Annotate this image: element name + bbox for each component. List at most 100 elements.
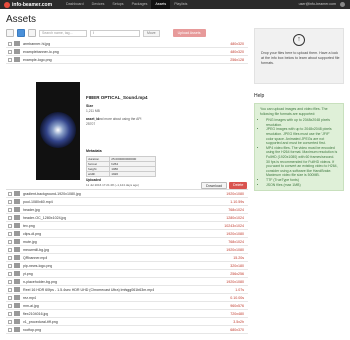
row-checkbox[interactable] [8,319,12,324]
asset-row[interactable]: yt.png 256x256 [6,270,248,278]
select-all-checkbox[interactable] [6,29,14,37]
asset-row[interactable]: header.jpg 768x1024 [6,206,248,214]
asset-row[interactable]: mm-ai.jpg 960x576 [6,302,248,310]
asset-size: 768x1024 [228,207,244,212]
view-grid-button[interactable] [28,29,36,37]
asset-row[interactable]: n-placeholder-bg.png 1920x1080 [6,278,248,286]
asset-row[interactable]: armbanner-hi.jpg 480x320 [6,40,248,48]
download-button[interactable]: Download [201,182,227,189]
asset-name[interactable]: v1_procedural-tiff.png [23,320,58,324]
asset-name[interactable]: header-OC_1280x1024.jpg [23,216,66,220]
asset-name[interactable]: rooftop.png [23,328,41,332]
asset-thumbnail [14,231,20,236]
asset-row[interactable]: QRbanner.mp4 15.20s [6,254,248,262]
asset-size: 3.5x2h [233,319,244,324]
row-checkbox[interactable] [8,191,12,196]
row-checkbox[interactable] [8,223,12,228]
move-button[interactable]: Move [143,29,160,37]
asset-name[interactable]: pip-news-logo.png [23,264,52,268]
delete-button[interactable]: Delete [229,182,248,189]
row-checkbox[interactable] [8,239,12,244]
format-item: JSON files (max 1MB) [266,183,338,188]
asset-name[interactable]: gradient-background-1920x1080.jpg [23,192,81,196]
nav-item-packages[interactable]: Packages [128,0,152,9]
nav-item-playlists[interactable]: Playlists [170,0,191,9]
asset-row[interactable]: tex.png 10243x1024 [6,222,248,230]
asset-row[interactable]: mute.jpg 768x1024 [6,238,248,246]
row-checkbox[interactable] [8,57,12,62]
nav-item-setups[interactable]: Setups [108,0,127,9]
row-checkbox[interactable] [8,279,12,284]
user-avatar-icon[interactable] [340,2,345,7]
row-checkbox[interactable] [8,49,12,54]
search-input[interactable]: Search name, tag... [39,29,87,37]
asset-thumbnail [14,57,20,62]
asset-name[interactable]: mute.jpg [23,240,37,244]
asset-name[interactable]: pool-1080x60.mp4 [23,200,53,204]
row-checkbox[interactable] [8,263,12,268]
asset-row[interactable]: gradient-background-1920x1080.jpg 1920x10… [6,190,248,198]
folder-select[interactable]: / [90,29,140,37]
row-checkbox[interactable] [8,295,12,300]
help-title: Help [254,93,265,99]
upload-assets-button[interactable]: Upload Assets [172,29,206,37]
asset-thumbnail [14,223,20,228]
nav-item-devices[interactable]: Devices [88,0,109,9]
asset-size: 0.10.00s [230,295,244,300]
asset-size: 768x1024 [228,239,244,244]
asset-row[interactable]: example-logo.png 256x128 [6,56,248,64]
asset-name[interactable]: example-logo.png [23,58,52,62]
row-checkbox[interactable] [8,41,12,46]
asset-row[interactable]: pool-1080x60.mp4 1.10.59s [6,198,248,206]
nav-item-dashboard[interactable]: Dashboard [62,0,88,9]
asset-thumbnail [14,287,20,292]
asset-name[interactable]: yt.png [23,272,33,276]
asset-row[interactable]: rez.mp4 0.10.00s [6,294,248,302]
asset-name[interactable]: header.jpg [23,208,40,212]
asset-toolbar: Search name, tag... / Move Upload Assets [6,28,248,38]
asset-name[interactable]: n-placeholder-bg.png [23,280,57,284]
asset-name[interactable]: tex.png [23,224,35,228]
row-checkbox[interactable] [8,215,12,220]
asset-name[interactable]: examplebanner-lo.png [23,50,59,54]
video-preview[interactable] [36,82,80,180]
asset-name[interactable]: meowmill-bg.jpg [23,248,49,252]
row-checkbox[interactable] [8,199,12,204]
row-checkbox[interactable] [8,327,12,332]
asset-thumbnail [14,191,20,196]
asset-name[interactable]: armbanner-hi.jpg [23,42,50,46]
asset-row[interactable]: examplebanner-lo.png 480x320 [6,48,248,56]
upload-dropzone[interactable]: ↑ Drop your files here to upload them. H… [254,28,344,84]
row-checkbox[interactable] [8,311,12,316]
asset-row[interactable]: rooftop.png 680x370 [6,326,248,334]
metadata-label: Metadata [86,149,102,153]
asset-name[interactable]: mm-ai.jpg [23,304,39,308]
asset-thumbnail [14,271,20,276]
user-email[interactable]: user@info-beamer.com [299,0,336,9]
nav-item-assets[interactable]: Assets [151,0,171,9]
row-checkbox[interactable] [8,207,12,212]
asset-row[interactable]: meowmill-bg.jpg 1920x1080 [6,246,248,254]
asset-thumbnail [14,239,20,244]
asset-name[interactable]: QRbanner.mp4 [23,256,47,260]
asset-name[interactable]: clips-dl.png [23,232,41,236]
row-checkbox[interactable] [8,255,12,260]
brand-name[interactable]: info-beamer.com [12,2,52,8]
asset-row[interactable]: v1_procedural-tiff.png 3.5x2h [6,318,248,326]
asset-name[interactable]: flex2104016.jpg [23,312,48,316]
row-checkbox[interactable] [8,231,12,236]
asset-size: 1.07s [235,287,244,292]
asset-row[interactable]: Reel 16 HDR 60fps - 1.5.4sec HDR UHD (Ch… [6,286,248,294]
asset-size: 1280x1024 [226,215,244,220]
row-checkbox[interactable] [8,303,12,308]
asset-row[interactable]: flex2104016.jpg 720x480 [6,310,248,318]
asset-name[interactable]: Reel 16 HDR 60fps - 1.5.4sec HDR UHD (Ch… [23,288,154,292]
view-list-button[interactable] [17,29,25,37]
asset-name[interactable]: rez.mp4 [23,296,36,300]
asset-row[interactable]: clips-dl.png 1920x1080 [6,230,248,238]
row-checkbox[interactable] [8,287,12,292]
asset-row[interactable]: header-OC_1280x1024.jpg 1280x1024 [6,214,248,222]
asset-row[interactable]: pip-news-logo.png 320x180 [6,262,248,270]
row-checkbox[interactable] [8,247,12,252]
row-checkbox[interactable] [8,271,12,276]
